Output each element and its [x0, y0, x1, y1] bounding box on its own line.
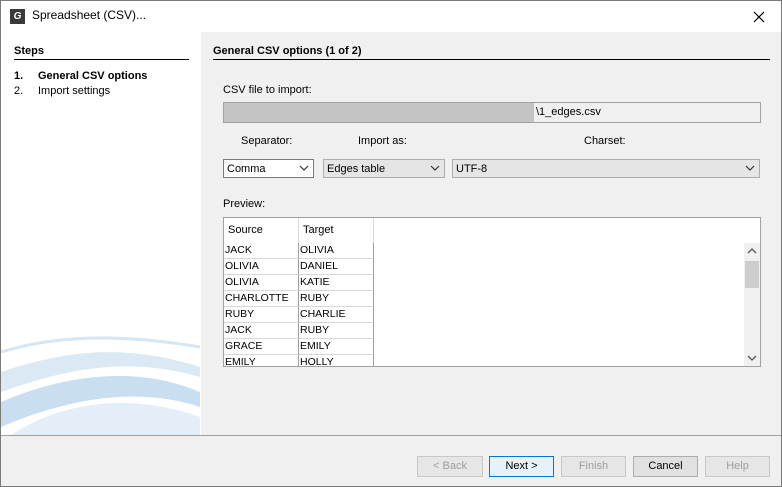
window-title: Spreadsheet (CSV)... — [32, 8, 147, 22]
next-button[interactable]: Next > — [489, 456, 554, 477]
table-cell: CHARLOTTE — [224, 291, 299, 307]
table-cell: CHARLIE — [299, 307, 374, 323]
step-item-general-csv-options: 1. General CSV options — [14, 70, 147, 82]
scroll-up-icon[interactable] — [747, 246, 757, 256]
separator-value: Comma — [227, 163, 266, 175]
decorative-swoosh — [1, 336, 200, 435]
button-bar: < Back Next > Finish Cancel Help — [1, 436, 781, 486]
chevron-down-icon — [430, 165, 440, 171]
step-label: Import settings — [38, 85, 111, 97]
step-label: General CSV options — [38, 70, 148, 82]
import-as-label: Import as: — [358, 135, 407, 147]
table-cell: KATIE — [299, 275, 374, 291]
charset-select[interactable]: UTF-8 — [452, 159, 760, 178]
steps-pane: Steps 1. General CSV options 2. Import set… — [1, 32, 200, 435]
separator-label: Separator: — [241, 135, 293, 147]
csv-file-label: CSV file to import: — [223, 84, 312, 96]
table-row: OLIVIA DANIEL — [224, 259, 374, 275]
page-title: General CSV options (1 of 2) — [213, 45, 362, 57]
column-header-source[interactable]: Source — [224, 218, 299, 243]
redacted-path — [224, 103, 534, 122]
table-row: JACK RUBY — [224, 323, 374, 339]
table-cell: GRACE — [224, 339, 299, 355]
table-cell: JACK — [224, 243, 299, 259]
table-cell: JACK — [224, 323, 299, 339]
table-row: GRACE EMILY — [224, 339, 374, 355]
charset-value: UTF-8 — [456, 163, 488, 175]
chevron-down-icon — [299, 165, 309, 171]
table-cell: OLIVIA — [224, 259, 299, 275]
table-cell: RUBY — [299, 323, 374, 339]
vertical-scrollbar[interactable] — [744, 243, 760, 366]
table-cell: DANIEL — [299, 259, 374, 275]
csv-file-field[interactable]: \1_edges.csv — [223, 102, 761, 123]
separator-select[interactable]: Comma — [223, 159, 314, 178]
steps-title: Steps — [14, 45, 44, 57]
table-row: OLIVIA KATIE — [224, 275, 374, 291]
table-cell: OLIVIA — [299, 243, 374, 259]
table-cell: OLIVIA — [224, 275, 299, 291]
table-cell: RUBY — [299, 291, 374, 307]
table-cell: EMILY — [299, 339, 374, 355]
step-item-import-settings: 2. Import settings — [14, 85, 110, 97]
table-body: JACK OLIVIA OLIVIA DANIEL OLIVIA KATIE C… — [224, 243, 374, 366]
main-pane: General CSV options (1 of 2) CSV file to… — [201, 32, 781, 435]
back-button[interactable]: < Back — [417, 456, 483, 477]
preview-table[interactable]: Source Target JACK OLIVIA OLIVIA DANIEL … — [223, 217, 761, 367]
dialog-window: G Spreadsheet (CSV)... Steps 1. General C… — [0, 0, 782, 487]
table-row: RUBY CHARLIE — [224, 307, 374, 323]
scroll-down-icon[interactable] — [747, 353, 757, 363]
table-row: CHARLOTTE RUBY — [224, 291, 374, 307]
table-row: JACK OLIVIA — [224, 243, 374, 259]
finish-button[interactable]: Finish — [561, 456, 626, 477]
table-row: EMILY HOLLY — [224, 355, 374, 366]
title-divider — [213, 59, 770, 60]
app-icon: G — [10, 9, 25, 24]
table-cell: RUBY — [224, 307, 299, 323]
csv-file-value: \1_edges.csv — [536, 106, 601, 118]
steps-divider — [14, 59, 189, 60]
import-as-value: Edges table — [327, 163, 386, 175]
charset-label: Charset: — [584, 135, 626, 147]
title-bar: G Spreadsheet (CSV)... — [1, 1, 781, 31]
column-header-target[interactable]: Target — [299, 218, 374, 243]
table-header: Source Target — [224, 218, 374, 243]
chevron-down-icon — [745, 165, 755, 171]
table-cell: EMILY — [224, 355, 299, 366]
scrollbar-thumb[interactable] — [745, 261, 759, 288]
table-cell: HOLLY — [299, 355, 374, 366]
preview-label: Preview: — [223, 198, 266, 210]
close-icon — [753, 11, 764, 23]
close-button[interactable] — [736, 1, 781, 31]
import-as-select[interactable]: Edges table — [323, 159, 445, 178]
step-number: 1. — [14, 70, 24, 82]
step-number: 2. — [14, 85, 24, 97]
cancel-button[interactable]: Cancel — [633, 456, 698, 477]
help-button[interactable]: Help — [705, 456, 770, 477]
